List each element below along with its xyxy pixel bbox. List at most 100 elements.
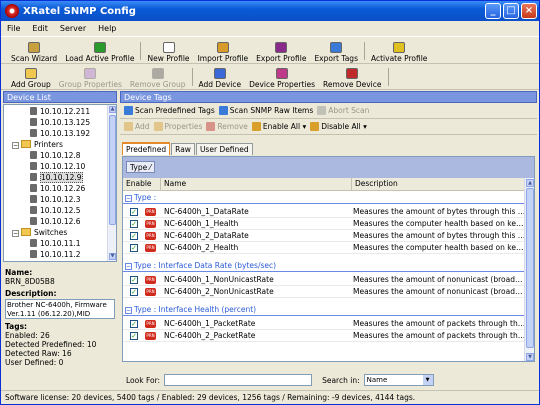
tag-row[interactable]: ✓ PRN NC-6400h_2_NonUnicastRate Measures th… [123, 286, 526, 298]
tree-folder[interactable]: − Printers [12, 140, 63, 150]
scan-snmp-raw-items-icon [218, 106, 228, 115]
enable-checkbox[interactable]: ✓ [130, 320, 138, 328]
enable-checkbox[interactable]: ✓ [130, 276, 138, 284]
column-name[interactable]: Name [161, 178, 352, 190]
tree-device[interactable]: 10.10.12.10 [30, 162, 85, 172]
remove-device-icon [346, 68, 359, 79]
export-profile-button[interactable]: Export Profile [252, 38, 310, 63]
remove-button[interactable]: Remove [206, 122, 248, 131]
collapse-icon[interactable]: − [125, 263, 132, 270]
group-header-row[interactable]: − Type : Interface Health (percent) [123, 304, 526, 316]
remove-label: Remove [217, 122, 248, 131]
device-tree[interactable]: ▲ ▼ 10.10.12.211 10.10.13.125 10.10.13.192… [3, 104, 117, 262]
import-profile-icon [216, 42, 229, 53]
scroll-down-icon[interactable]: ▼ [109, 253, 116, 260]
group-header-row[interactable]: − Type : [123, 192, 526, 204]
collapse-icon[interactable]: − [125, 307, 132, 314]
column-enable[interactable]: Enable [123, 178, 161, 190]
tag-type-icon: PRN [145, 332, 156, 340]
tag-row[interactable]: ✓ PRN NC-6400h_2_PacketRate Measures the am… [123, 330, 526, 342]
add-device-button[interactable]: Add Device [195, 65, 246, 89]
scan-predefined-tags-button[interactable]: Scan Predefined Tags [124, 106, 215, 115]
properties-label: Properties [164, 122, 203, 131]
abort-scan-button[interactable]: Abort Scan [317, 106, 369, 115]
tag-row[interactable]: ✓ PRN NC-6400h_2_DataRate Measures the amou… [123, 230, 526, 242]
tree-item-label: 10.10.12.9 [40, 172, 83, 183]
tag-row[interactable]: ✓ PRN NC-6400h_1_PacketRate Measures the am… [123, 318, 526, 330]
grid-scroll-down-icon[interactable]: ▼ [526, 353, 534, 361]
tree-device[interactable]: 10.10.12.26 [30, 184, 85, 194]
tree-device[interactable]: 10.10.13.125 [30, 118, 90, 128]
dropdown-arrow-icon[interactable]: ▼ [422, 375, 433, 385]
menu-server[interactable]: Server [60, 24, 86, 33]
import-profile-button[interactable]: Import Profile [194, 38, 253, 63]
remove-group-button[interactable]: Remove Group [126, 65, 190, 89]
export-tags-button[interactable]: Export Tags [310, 38, 362, 63]
scroll-up-icon[interactable]: ▲ [109, 106, 116, 113]
scroll-thumb[interactable] [109, 115, 116, 225]
tree-device[interactable]: 10.10.12.5 [30, 206, 81, 216]
enable-all-button[interactable]: Enable All ▾ [251, 122, 306, 131]
enable-checkbox[interactable]: ✓ [130, 288, 138, 296]
maximize-button[interactable]: □ [503, 3, 519, 19]
load-active-profile-button[interactable]: Load Active Profile [61, 38, 138, 63]
name-label: Name: [5, 268, 33, 277]
properties-button[interactable]: Properties [153, 122, 203, 131]
disable-all-button[interactable]: Disable All ▾ [310, 122, 367, 131]
group-header-row[interactable]: − Type : Interface Data Rate (bytes/sec) [123, 260, 526, 272]
tab-raw[interactable]: Raw [171, 143, 195, 155]
collapse-icon[interactable]: − [12, 142, 19, 149]
menu-file[interactable]: File [7, 24, 20, 33]
add-group-button[interactable]: Add Group [7, 65, 55, 89]
folder-icon [21, 140, 31, 148]
device-properties-button[interactable]: Device Properties [245, 65, 319, 89]
menu-edit[interactable]: Edit [32, 24, 48, 33]
activate-profile-button[interactable]: Activate Profile [367, 38, 431, 63]
tree-device[interactable]: 10.10.13.192 [30, 129, 90, 139]
scan-snmp-raw-items-button[interactable]: Scan SNMP Raw Items [218, 106, 313, 115]
enable-checkbox[interactable]: ✓ [130, 220, 138, 228]
collapse-icon[interactable]: − [12, 230, 19, 237]
tree-folder[interactable]: − Switches [12, 228, 67, 238]
enable-checkbox[interactable]: ✓ [130, 208, 138, 216]
tree-device[interactable]: 10.10.11.2 [30, 250, 81, 260]
search-in-select[interactable]: Name ▼ [363, 374, 434, 386]
look-for-input[interactable] [164, 374, 313, 386]
collapse-icon[interactable]: − [125, 195, 132, 202]
remove-device-button[interactable]: Remove Device [319, 65, 385, 89]
tree-device[interactable]: 10.10.12.3 [30, 195, 81, 205]
tree-device[interactable]: 10.10.12.6 [30, 217, 81, 227]
tree-device[interactable]: 10.10.11.1 [30, 239, 81, 249]
tag-row[interactable]: ✓ PRN NC-6400h_1_DataRate Measures the amou… [123, 206, 526, 218]
group-by-type-chip[interactable]: Type ⁄ [126, 161, 155, 173]
export-profile-label: Export Profile [256, 54, 307, 63]
tag-row[interactable]: ✓ PRN NC-6400h_2_Health Measures the comput… [123, 242, 526, 254]
enable-checkbox[interactable]: ✓ [130, 332, 138, 340]
remove-group-label: Remove Group [129, 80, 186, 89]
menu-bar: File Edit Server Help [1, 21, 539, 37]
column-description[interactable]: Description [352, 178, 526, 190]
grid-scrollbar[interactable]: ▲ ▼ [524, 178, 534, 361]
tab-user-defined[interactable]: User Defined [195, 143, 253, 155]
tree-device[interactable]: 10.10.12.9 [30, 172, 83, 183]
enable-checkbox[interactable]: ✓ [130, 244, 138, 252]
close-button[interactable]: × [521, 3, 537, 19]
add-button[interactable]: Add [124, 122, 150, 131]
tree-item-label: Printers [34, 140, 63, 149]
group-properties-button[interactable]: Group Properties [55, 65, 126, 89]
tag-row[interactable]: ✓ PRN NC-6400h_1_NonUnicastRate Measures th… [123, 274, 526, 286]
tag-row[interactable]: ✓ PRN NC-6400h_1_Health Measures the comput… [123, 218, 526, 230]
tree-device[interactable]: 10.10.12.8 [30, 151, 81, 161]
minimize-button[interactable]: _ [485, 3, 501, 19]
group-properties-icon [84, 68, 97, 79]
tree-device[interactable]: 10.10.12.211 [30, 107, 90, 117]
grid-scroll-thumb[interactable] [526, 188, 534, 348]
scan-wizard-button[interactable]: Scan Wizard [7, 38, 61, 63]
menu-help[interactable]: Help [98, 24, 116, 33]
enable-checkbox[interactable]: ✓ [130, 232, 138, 240]
tab-predefined[interactable]: Predefined [122, 142, 171, 155]
new-profile-button[interactable]: New Profile [143, 38, 193, 63]
device-tree-scrollbar[interactable]: ▲ ▼ [107, 105, 116, 261]
load-active-profile-icon [93, 42, 106, 53]
grid-scroll-up-icon[interactable]: ▲ [526, 179, 534, 187]
